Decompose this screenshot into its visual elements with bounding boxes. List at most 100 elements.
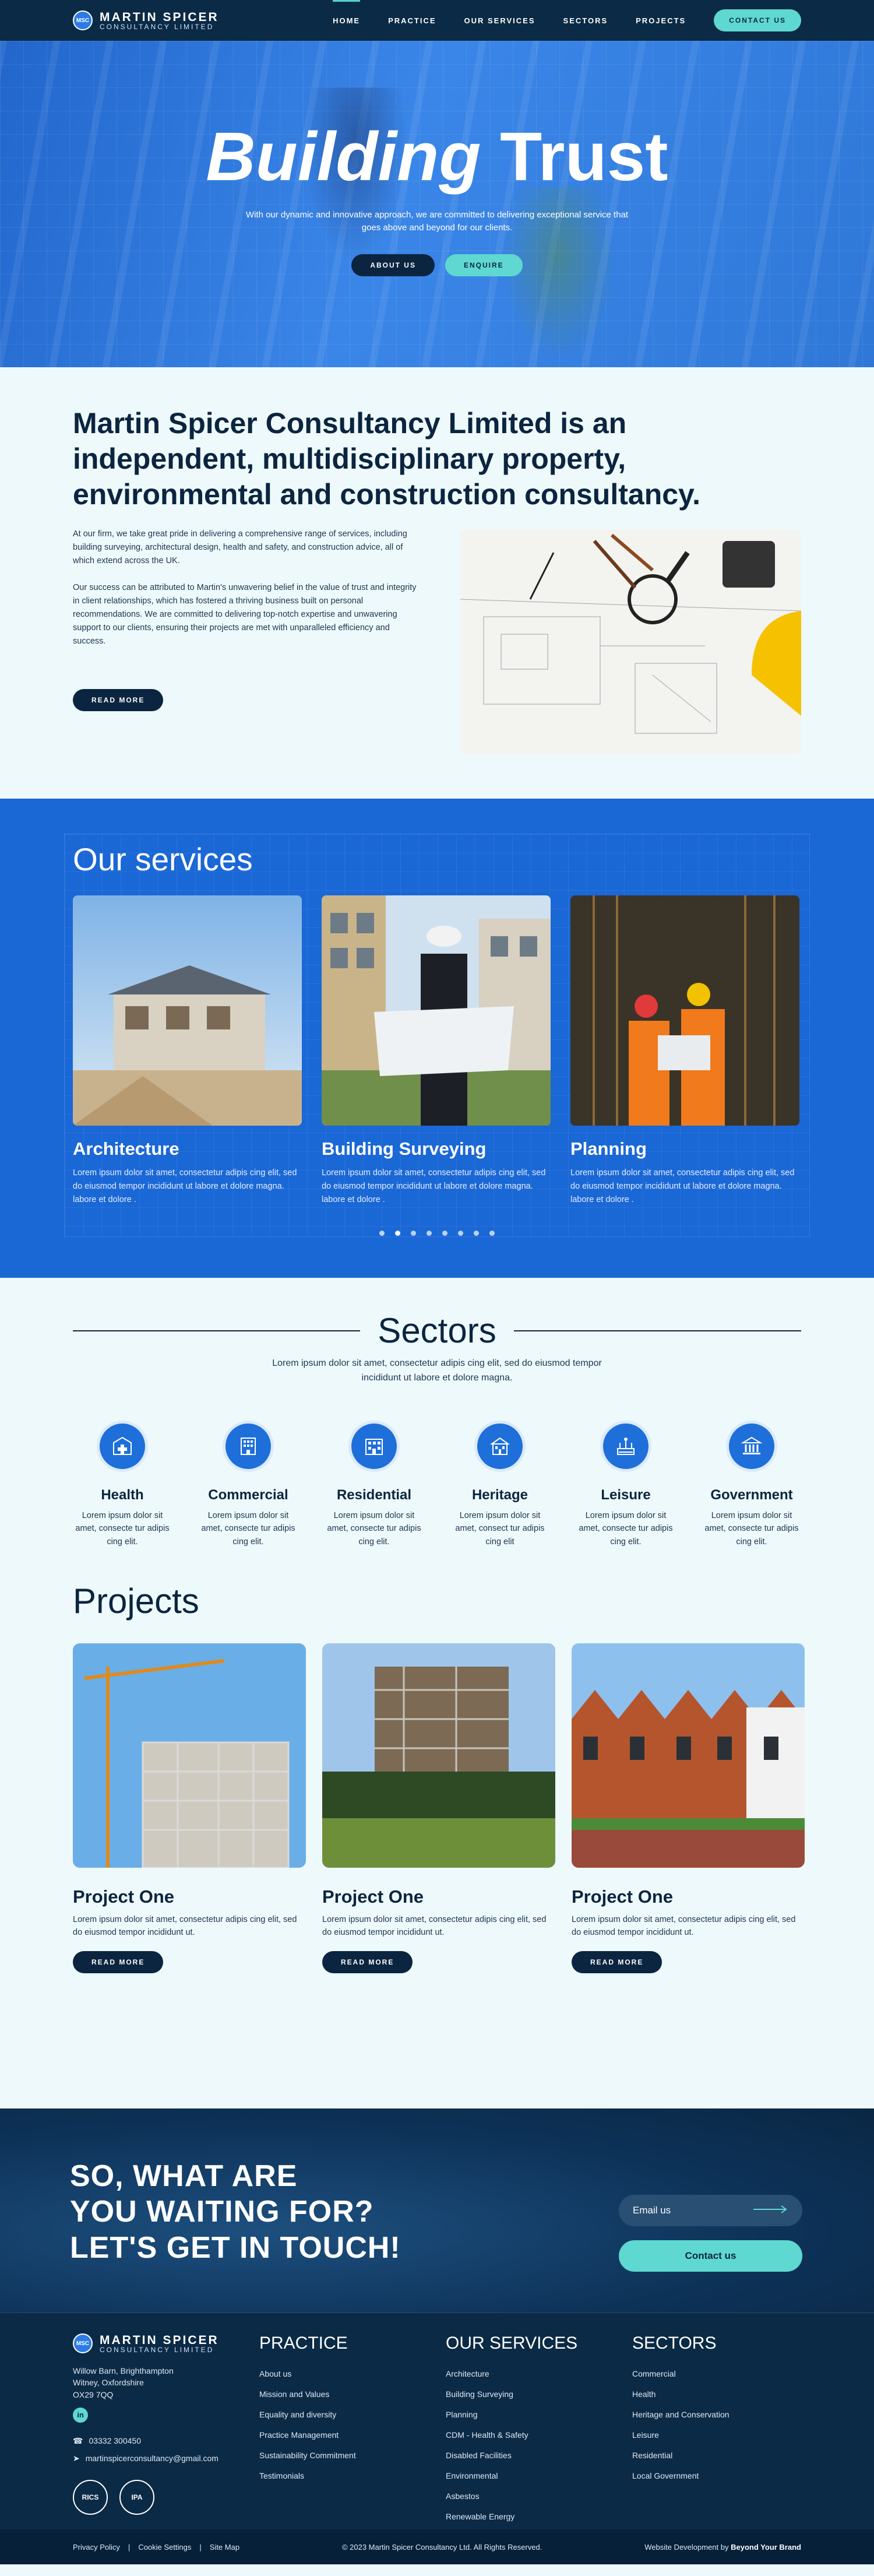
credit-link[interactable]: Beyond Your Brand: [731, 2543, 801, 2552]
sector-card-government[interactable]: Government Lorem ipsum dolor sit amet, c…: [702, 1420, 801, 1548]
project-title: Project One: [572, 1886, 673, 1907]
site-logo[interactable]: MSC MARTIN SPICER CONSULTANCY LIMITED: [73, 10, 219, 30]
carousel-dot[interactable]: [379, 1230, 385, 1236]
sectors-heading: Sectors: [378, 1311, 496, 1350]
hero-subtitle: With our dynamic and innovative approach…: [245, 210, 629, 233]
carousel-dot[interactable]: [411, 1230, 416, 1236]
footer-bottom-bar: Privacy Policy | Cookie Settings | Site Ma…: [0, 2529, 874, 2564]
carousel-dot[interactable]: [474, 1230, 479, 1236]
sector-card-leisure[interactable]: Leisure Lorem ipsum dolor sit amet, cons…: [576, 1420, 675, 1548]
footer-email[interactable]: ➤ martinspicerconsultancy@gmail.com: [73, 2450, 219, 2467]
sector-card-residential[interactable]: Residential Lorem ipsum dolor sit amet, …: [325, 1420, 424, 1548]
nav-practice[interactable]: PRACTICE: [388, 16, 436, 25]
footer-link[interactable]: Environmental: [446, 2466, 577, 2486]
nav-our-services[interactable]: OUR SERVICES: [464, 16, 535, 25]
footer-link[interactable]: Commercial: [632, 2364, 729, 2384]
service-card[interactable]: Architecture Lorem ipsum dolor sit amet,…: [73, 895, 302, 1207]
nav-sectors[interactable]: SECTORS: [563, 16, 608, 25]
project-read-more-button[interactable]: READ MORE: [572, 1951, 662, 1973]
header-contact-button[interactable]: CONTACT US: [714, 9, 801, 31]
sector-card-commercial[interactable]: Commercial Lorem ipsum dolor sit amet, c…: [199, 1420, 298, 1548]
footer-link[interactable]: Health: [632, 2384, 729, 2405]
footer-link[interactable]: Residential: [632, 2445, 729, 2466]
health-icon: [97, 1420, 148, 1472]
project-read-more-button[interactable]: READ MORE: [73, 1951, 164, 1973]
sector-text: Lorem ipsum dolor sit amet, consecte tur…: [75, 1510, 170, 1547]
sector-title: Heritage: [471, 1486, 528, 1503]
footer-link[interactable]: Renewable Energy: [446, 2507, 577, 2527]
footer-link[interactable]: Local Government: [632, 2466, 729, 2486]
project-title: Project One: [322, 1886, 424, 1907]
sector-title: Government: [710, 1486, 793, 1503]
service-text: Lorem ipsum dolor sit amet, consectetur …: [322, 1168, 546, 1205]
project-card[interactable]: Project One Lorem ipsum dolor sit amet, …: [572, 1643, 805, 1973]
service-title: Architecture: [73, 1138, 179, 1159]
footer-link[interactable]: Disabled Facilities: [446, 2445, 577, 2466]
footer-contact: MSC MARTIN SPICER CONSULTANCY LIMITED Wi…: [73, 2333, 219, 2515]
carousel-dot[interactable]: [458, 1230, 463, 1236]
sector-text: Lorem ipsum dolor sit amet, consecte tur…: [579, 1510, 673, 1547]
project-text: Lorem ipsum dolor sit amet, consectetur …: [572, 1915, 796, 1938]
footer-link[interactable]: CDM - Health & Safety: [446, 2425, 577, 2445]
service-card[interactable]: Building Surveying Lorem ipsum dolor sit…: [322, 895, 551, 1207]
site-map-link[interactable]: Site Map: [210, 2543, 239, 2552]
footer-link[interactable]: Asbestos: [446, 2486, 577, 2507]
project-text: Lorem ipsum dolor sit amet, consectetur …: [322, 1915, 547, 1938]
service-text: Lorem ipsum dolor sit amet, consectetur …: [570, 1168, 795, 1205]
cookie-settings-link[interactable]: Cookie Settings: [138, 2543, 191, 2552]
carousel-dot[interactable]: [427, 1230, 432, 1236]
logo-line1: MARTIN SPICER: [100, 10, 219, 24]
linkedin-icon[interactable]: in: [73, 2407, 88, 2423]
footer-link[interactable]: Heritage and Conservation: [632, 2405, 729, 2425]
footer-link[interactable]: About us: [259, 2364, 356, 2384]
carousel-dot[interactable]: [442, 1230, 447, 1236]
sector-title: Health: [101, 1486, 144, 1503]
carousel-dot[interactable]: [489, 1230, 495, 1236]
footer-link[interactable]: Planning: [446, 2405, 577, 2425]
sector-text: Lorem ipsum dolor sit amet, consect tur …: [455, 1510, 545, 1547]
sector-title: Commercial: [208, 1486, 288, 1503]
service-image: [322, 895, 551, 1126]
sectors-subtitle: Lorem ipsum dolor sit amet, consectetur …: [272, 1358, 602, 1383]
divider: [73, 1330, 361, 1331]
footer-link[interactable]: Mission and Values: [259, 2384, 356, 2405]
footer-address: Willow Barn, Brighthampton Witney, Oxfor…: [73, 2366, 174, 2399]
sector-card-health[interactable]: Health Lorem ipsum dolor sit amet, conse…: [73, 1420, 172, 1548]
nav-projects[interactable]: PROJECTS: [636, 16, 686, 25]
project-image: [572, 1643, 805, 1868]
carousel-dots: [73, 1230, 801, 1236]
service-card[interactable]: Planning Lorem ipsum dolor sit amet, con…: [570, 895, 799, 1207]
footer-link[interactable]: Leisure: [632, 2425, 729, 2445]
copyright: © 2023 Martin Spicer Consultancy Ltd. Al…: [341, 2542, 542, 2552]
sector-text: Lorem ipsum dolor sit amet, consecte tur…: [704, 1510, 799, 1547]
footer-link[interactable]: Equality and diversity: [259, 2405, 356, 2425]
about-read-more-button[interactable]: READ MORE: [73, 689, 164, 711]
sector-title: Leisure: [601, 1486, 651, 1503]
about-paragraph: At our firm, we take great pride in deli…: [73, 529, 407, 566]
footer-link[interactable]: Building Surveying: [446, 2384, 577, 2405]
site-footer: MSC MARTIN SPICER CONSULTANCY LIMITED Wi…: [0, 2313, 874, 2564]
footer-logo[interactable]: MSC MARTIN SPICER CONSULTANCY LIMITED: [73, 2333, 219, 2353]
credit: Website Development by Beyond Your Brand: [644, 2542, 801, 2552]
email-us-field[interactable]: Email us: [619, 2195, 802, 2226]
services-heading: Our services: [73, 841, 253, 877]
carousel-dot-active[interactable]: [395, 1230, 400, 1236]
phone-icon: ☎: [73, 2436, 83, 2445]
enquire-button[interactable]: ENQUIRE: [445, 254, 523, 276]
residential-icon: [348, 1420, 400, 1472]
project-read-more-button[interactable]: READ MORE: [322, 1951, 413, 1973]
nav-home[interactable]: HOME: [333, 0, 361, 25]
sector-card-heritage[interactable]: Heritage Lorem ipsum dolor sit amet, con…: [450, 1420, 549, 1548]
footer-phone[interactable]: ☎ 03332 300450: [73, 2432, 219, 2450]
rics-badge: RICS: [73, 2479, 108, 2515]
service-title: Planning: [570, 1138, 647, 1159]
privacy-policy-link[interactable]: Privacy Policy: [73, 2543, 120, 2552]
footer-link[interactable]: Architecture: [446, 2364, 577, 2384]
footer-link[interactable]: Sustainability Commitment: [259, 2445, 356, 2466]
about-us-button[interactable]: ABOUT US: [351, 254, 435, 276]
contact-us-button[interactable]: Contact us: [619, 2240, 802, 2272]
project-card[interactable]: Project One Lorem ipsum dolor sit amet, …: [322, 1643, 555, 1973]
project-card[interactable]: Project One Lorem ipsum dolor sit amet, …: [73, 1643, 306, 1973]
footer-link[interactable]: Practice Management: [259, 2425, 356, 2445]
footer-link[interactable]: Testimonials: [259, 2466, 356, 2486]
